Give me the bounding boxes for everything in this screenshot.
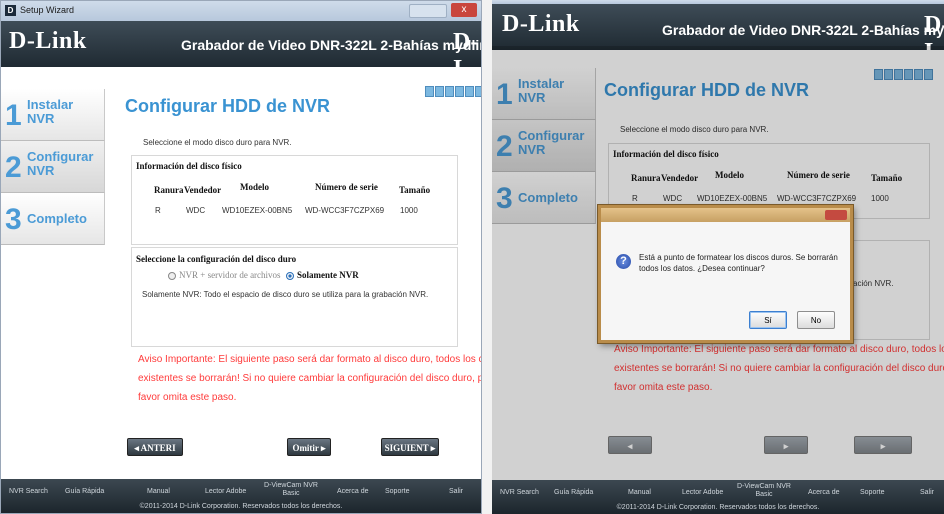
footer-link-dviewcam[interactable]: D-ViewCam NVR Basic <box>263 482 319 498</box>
footer-link-quick-guide[interactable]: Guía Rápida <box>65 488 104 496</box>
footer-link-dviewcam[interactable]: D-ViewCam NVR Basic <box>736 483 792 499</box>
footer-link-exit[interactable]: Salir <box>920 489 934 497</box>
cell-vendor: WDC <box>186 206 206 215</box>
copyright: ©2011-2014 D-Link Corporation. Reservado… <box>616 504 820 511</box>
radio-nvr-file-server[interactable] <box>168 272 176 280</box>
footer-nav: NVR Search Guía Rápida Manual Lector Ado… <box>1 482 481 498</box>
window-close-button[interactable]: x <box>451 3 477 17</box>
col-header-slot: Ranura <box>154 185 184 195</box>
page-title: Configurar HDD de NVR <box>125 96 331 116</box>
col-header-size: Tamaño <box>399 185 431 195</box>
window-title-bar: D Setup Wizard x <box>1 1 481 22</box>
back-button[interactable]: ◂ ANTERI <box>127 438 183 456</box>
next-button[interactable]: SIGUIENT ▸ <box>381 438 439 456</box>
footer-link-manual[interactable]: Manual <box>147 488 170 496</box>
radio-nvr-only[interactable] <box>286 272 294 280</box>
warning-line: favor omita este paso. <box>138 392 237 403</box>
progress-indicator <box>425 86 481 97</box>
footer-link-support[interactable]: Soporte <box>860 489 885 497</box>
col-header-serial: Número de serie <box>315 182 378 192</box>
disk-config-title: Seleccione la configuración del disco du… <box>136 254 297 264</box>
disk-info-title: Información del disco físico <box>136 161 242 171</box>
cell-model: WD10EZEX-00BN5 <box>222 206 293 215</box>
yes-button[interactable]: Sí <box>749 311 787 329</box>
footer-link-about[interactable]: Acerca de <box>337 488 369 496</box>
format-warning: Aviso Importante: El siguiente paso será… <box>138 350 481 407</box>
footer-link-about[interactable]: Acerca de <box>808 489 840 497</box>
app-footer: NVR Search Guía Rápida Manual Lector Ado… <box>1 479 481 513</box>
app-header: D-Link Grabador de Video DNR-322L 2-Bahí… <box>1 21 482 82</box>
cell-size: 1000 <box>400 206 418 215</box>
skip-button[interactable]: Omitir ▸ <box>287 438 331 456</box>
col-header-model: Modelo <box>240 182 269 192</box>
option-nvr-file-server-label: NVR + servidor de archivos <box>179 270 281 280</box>
warning-line: existentes se borrarán! Si no quiere cam… <box>138 373 481 384</box>
app-icon: D <box>5 5 16 16</box>
footer-nav: NVR Search Guía Rápida Manual Lector Ado… <box>492 483 944 499</box>
nvr-only-description: Solamente NVR: Todo el espacio de disco … <box>142 290 429 299</box>
footer-link-nvr-search[interactable]: NVR Search <box>9 488 48 496</box>
dialog-title-bar <box>601 208 850 222</box>
option-nvr-only-label: Solamente NVR <box>297 270 359 280</box>
chevron-right-icon: ▸ <box>318 443 326 453</box>
footer-link-adobe-reader[interactable]: Lector Adobe <box>205 488 246 496</box>
next-label: SIGUIENT <box>384 443 429 453</box>
col-header-vendor: Vendedor <box>184 185 222 195</box>
no-button[interactable]: No <box>797 311 835 329</box>
footer-link-quick-guide[interactable]: Guía Rápida <box>554 489 593 497</box>
product-title: Grabador de Video DNR-322L 2-Bahías mydl… <box>181 37 482 53</box>
cell-slot: R <box>155 206 161 215</box>
app-footer: NVR Search Guía Rápida Manual Lector Ado… <box>492 480 944 514</box>
setup-wizard-window-confirm-format: D-Link Grabador de Video DNR-322L 2-Bahí… <box>492 0 944 514</box>
footer-link-exit[interactable]: Salir <box>449 488 463 496</box>
warning-line: Aviso Importante: El siguiente paso será… <box>138 354 481 365</box>
back-label: ANTERI <box>140 443 176 453</box>
minimize-maximize-buttons[interactable] <box>409 4 447 18</box>
chevron-right-icon: ▸ <box>428 443 436 453</box>
question-icon: ? <box>616 254 631 269</box>
dlink-logo: D-Link <box>502 11 580 37</box>
footer-link-manual[interactable]: Manual <box>628 489 651 497</box>
main-content: Configurar HDD de NVR Seleccione el modo… <box>1 67 481 481</box>
footer-link-support[interactable]: Soporte <box>385 488 410 496</box>
disk-info-box: Información del disco físico Ranura Vend… <box>131 155 458 245</box>
cell-serial: WD-WCC3F7CZPX69 <box>305 206 385 215</box>
app-header: D-Link Grabador de Video DNR-322L 2-Bahí… <box>492 4 944 65</box>
footer-link-adobe-reader[interactable]: Lector Adobe <box>682 489 723 497</box>
skip-label: Omitir <box>292 443 319 453</box>
dialog-message: Está a punto de formatear los discos dur… <box>639 253 838 273</box>
copyright: ©2011-2014 D-Link Corporation. Reservado… <box>139 503 343 510</box>
dialog-close-button[interactable] <box>825 210 847 220</box>
disk-config-box: Seleccione la configuración del disco du… <box>131 247 458 347</box>
product-title: Grabador de Video DNR-322L 2-Bahías mydl… <box>662 22 944 38</box>
setup-wizard-window-format-settings: D Setup Wizard x D-Link Grabador de Vide… <box>0 0 482 514</box>
dlink-logo: D-Link <box>9 28 87 54</box>
footer-link-nvr-search[interactable]: NVR Search <box>500 489 539 497</box>
format-confirm-dialog: ? Está a punto de formatear los discos d… <box>598 205 853 343</box>
window-title: Setup Wizard <box>20 5 75 15</box>
intro-text: Seleccione el modo disco duro para NVR. <box>143 138 292 147</box>
